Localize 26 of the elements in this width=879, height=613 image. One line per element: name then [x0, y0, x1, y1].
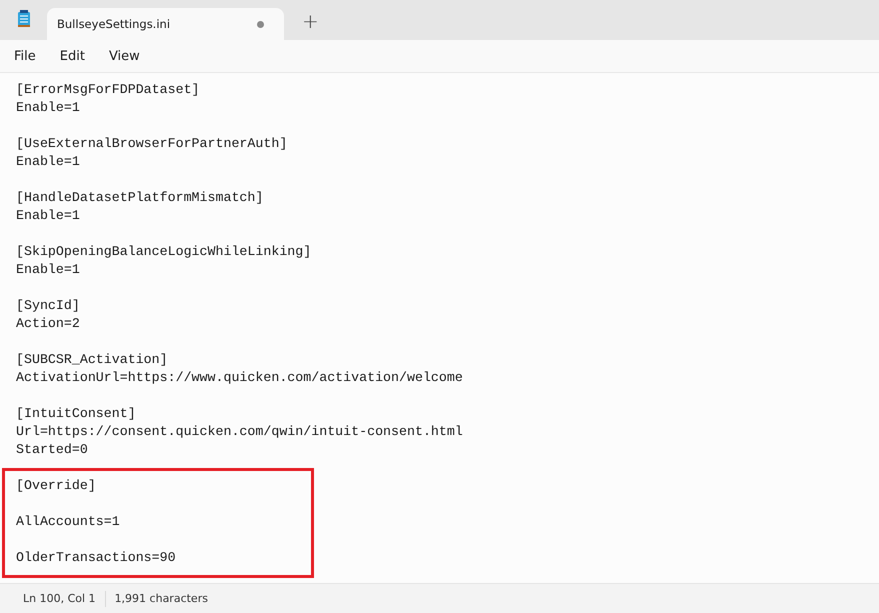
text-line: [ErrorMsgForFDPDataset] [16, 81, 201, 99]
menu-item[interactable]: Edit [50, 44, 95, 68]
cursor-position: Ln 100, Col 1 [23, 592, 96, 605]
text-line: OlderTransactions=90 [16, 549, 177, 567]
text-line: [SkipOpeningBalanceLogicWhileLinking] [16, 243, 312, 261]
document-tab[interactable]: BullseyeSettings.ini [47, 8, 284, 40]
text-line: Url=https://consent.quicken.com/qwin/intuit-consent.html [16, 423, 464, 441]
text-line: Enable=1 [16, 207, 81, 225]
text-line: Action=2 [16, 315, 81, 333]
text-line: Enable=1 [16, 99, 81, 117]
text-line: ActivationUrl=https://www.quicken.com/activation/welcome [16, 369, 464, 387]
text-line: [UseExternalBrowserForPartnerAuth] [16, 135, 288, 153]
menu-item[interactable]: View [98, 44, 150, 68]
text-line: [Override] [16, 477, 97, 495]
text-line: [SyncId] [16, 297, 81, 315]
text-line: [SUBCSR_Activation] [16, 351, 169, 369]
text-line: Enable=1 [16, 261, 81, 279]
text-line: Started=0 [16, 441, 89, 459]
menu-item[interactable]: File [4, 44, 46, 68]
character-count: 1,991 characters [114, 592, 208, 605]
notepad-icon [17, 10, 31, 28]
text-line: Enable=1 [16, 153, 81, 171]
text-line: [IntuitConsent] [16, 405, 137, 423]
text-line: AllAccounts=1 [16, 513, 121, 531]
new-tab-button[interactable]: + [298, 7, 323, 35]
text-line: [HandleDatasetPlatformMismatch] [16, 189, 264, 207]
